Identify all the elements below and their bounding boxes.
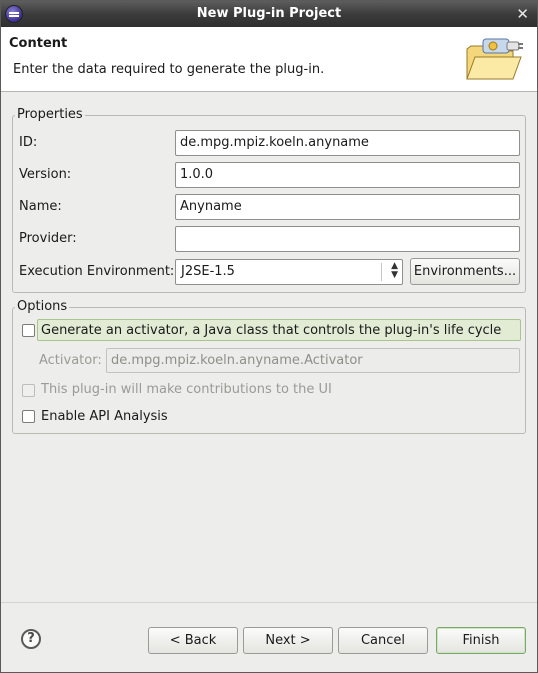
properties-group-label: Properties bbox=[15, 107, 85, 122]
cancel-button[interactable]: Cancel bbox=[338, 627, 428, 654]
options-group-label: Options bbox=[15, 299, 70, 314]
ui-contributions-checkbox bbox=[22, 384, 35, 397]
id-field[interactable]: de.mpg.mpiz.koeln.anyname bbox=[175, 130, 520, 156]
provider-field[interactable] bbox=[175, 226, 520, 252]
execution-environment-value: J2SE-1.5 bbox=[181, 264, 235, 279]
close-icon[interactable]: ✕ bbox=[516, 5, 529, 23]
combo-updown-icon: ▲ ▼ bbox=[391, 261, 398, 280]
wizard-header: Content Enter the data required to gener… bbox=[1, 27, 537, 92]
name-label: Name: bbox=[19, 199, 62, 214]
combo-separator bbox=[381, 263, 382, 281]
back-button[interactable]: < Back bbox=[148, 627, 238, 654]
activator-label: Activator: bbox=[39, 353, 102, 368]
execution-environment-select[interactable]: J2SE-1.5 ▲ ▼ bbox=[175, 259, 403, 285]
page-description: Enter the data required to generate the … bbox=[13, 62, 325, 77]
provider-label: Provider: bbox=[19, 231, 77, 246]
api-analysis-checkbox[interactable] bbox=[22, 410, 35, 423]
window-title: New Plug-in Project bbox=[196, 6, 342, 21]
page-title: Content bbox=[9, 36, 68, 51]
api-analysis-label[interactable]: Enable API Analysis bbox=[41, 409, 168, 424]
activator-checkbox-label[interactable]: Generate an activator, a Java class that… bbox=[41, 323, 501, 338]
finish-button[interactable]: Finish bbox=[436, 627, 526, 654]
id-label: ID: bbox=[19, 135, 38, 150]
footer-separator bbox=[1, 602, 537, 603]
dialog-window: New Plug-in Project ✕ Content Enter the … bbox=[0, 0, 538, 673]
title-bar: New Plug-in Project ✕ bbox=[1, 1, 537, 27]
next-button[interactable]: Next > bbox=[243, 627, 333, 654]
name-field[interactable]: Anyname bbox=[175, 194, 520, 220]
version-label: Version: bbox=[19, 167, 72, 182]
execution-environment-label: Execution Environment: bbox=[19, 264, 175, 279]
activator-checkbox[interactable] bbox=[22, 324, 35, 337]
activator-field: de.mpg.mpiz.koeln.anyname.Activator bbox=[106, 348, 520, 373]
environments-button[interactable]: Environments... bbox=[410, 258, 520, 285]
version-field[interactable]: 1.0.0 bbox=[175, 162, 520, 188]
plugin-wizard-folder-icon bbox=[466, 38, 523, 80]
ui-contributions-label: This plug-in will make contributions to … bbox=[41, 382, 332, 397]
help-icon[interactable]: ? bbox=[21, 629, 41, 649]
